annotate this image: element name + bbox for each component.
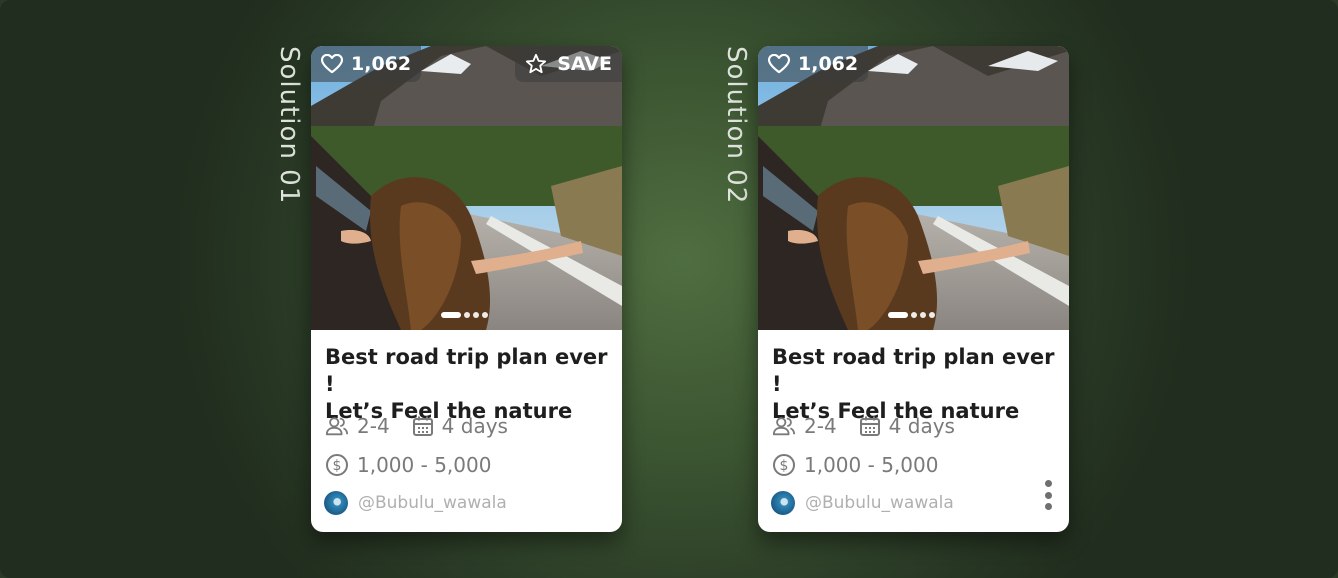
author[interactable]: @Bubulu_wawala	[771, 491, 954, 515]
trip-title: Best road trip plan ever ! Let’s Feel th…	[772, 344, 1062, 425]
trip-photo	[311, 46, 622, 330]
save-button[interactable]: SAVE	[515, 46, 622, 82]
heart-icon	[768, 54, 790, 74]
author[interactable]: @Bubulu_wawala	[324, 491, 507, 515]
likes-count: 1,062	[351, 53, 412, 75]
trip-photo	[758, 46, 1069, 330]
svg-text:$: $	[333, 458, 342, 474]
trip-price: 1,000 - 5,000	[804, 453, 939, 477]
people-count: 2-4	[357, 414, 390, 438]
dollar-icon: $	[326, 454, 348, 476]
dollar-icon: $	[773, 454, 795, 476]
people-icon	[772, 417, 796, 436]
trip-card[interactable]: 1,062 SAVE Best road trip plan ever ! Le…	[311, 46, 622, 532]
trip-price-row: $ 1,000 - 5,000	[325, 453, 491, 477]
trip-meta-row: 2-4 4 days	[325, 414, 508, 438]
likes-badge[interactable]: 1,062	[758, 46, 869, 82]
heart-icon	[321, 54, 343, 74]
carousel-indicator[interactable]	[888, 312, 935, 318]
trip-price-row: $ 1,000 - 5,000	[772, 453, 938, 477]
carousel-dot[interactable]	[482, 312, 488, 318]
solution-label: Solution 02	[721, 46, 751, 205]
more-vertical-icon	[1044, 480, 1052, 487]
avatar[interactable]	[771, 491, 795, 515]
trip-title: Best road trip plan ever ! Let’s Feel th…	[325, 344, 615, 425]
more-options-button[interactable]	[1043, 480, 1053, 510]
trip-duration: 4 days	[888, 414, 955, 438]
carousel-dot-active[interactable]	[888, 312, 908, 318]
people-icon	[325, 417, 349, 436]
people-count: 2-4	[804, 414, 837, 438]
solution-label: Solution 01	[274, 46, 304, 205]
trip-price: 1,000 - 5,000	[357, 453, 492, 477]
author-handle[interactable]: @Bubulu_wawala	[805, 493, 954, 513]
carousel-dot[interactable]	[920, 312, 926, 318]
calendar-icon	[412, 416, 433, 436]
trip-duration: 4 days	[441, 414, 508, 438]
carousel-dot[interactable]	[464, 312, 470, 318]
author-handle[interactable]: @Bubulu_wawala	[358, 493, 507, 513]
trip-meta-row: 2-4 4 days	[772, 414, 955, 438]
trip-card[interactable]: 1,062 Best road trip plan ever ! Let’s F…	[758, 46, 1069, 532]
avatar[interactable]	[324, 491, 348, 515]
save-label: SAVE	[557, 53, 612, 75]
star-icon	[526, 53, 547, 74]
carousel-dot[interactable]	[929, 312, 935, 318]
carousel-dot[interactable]	[911, 312, 917, 318]
trip-title-line: Best road trip plan ever !	[772, 345, 1055, 396]
svg-text:$: $	[780, 458, 789, 474]
likes-count: 1,062	[798, 53, 859, 75]
likes-badge[interactable]: 1,062	[311, 46, 422, 82]
trip-title-line: Best road trip plan ever !	[325, 345, 608, 396]
carousel-dot[interactable]	[473, 312, 479, 318]
carousel-dot-active[interactable]	[441, 312, 461, 318]
carousel-indicator[interactable]	[441, 312, 488, 318]
calendar-icon	[859, 416, 880, 436]
canvas: Solution 01 1,062 SAVE Best road trip pl…	[0, 0, 1338, 578]
